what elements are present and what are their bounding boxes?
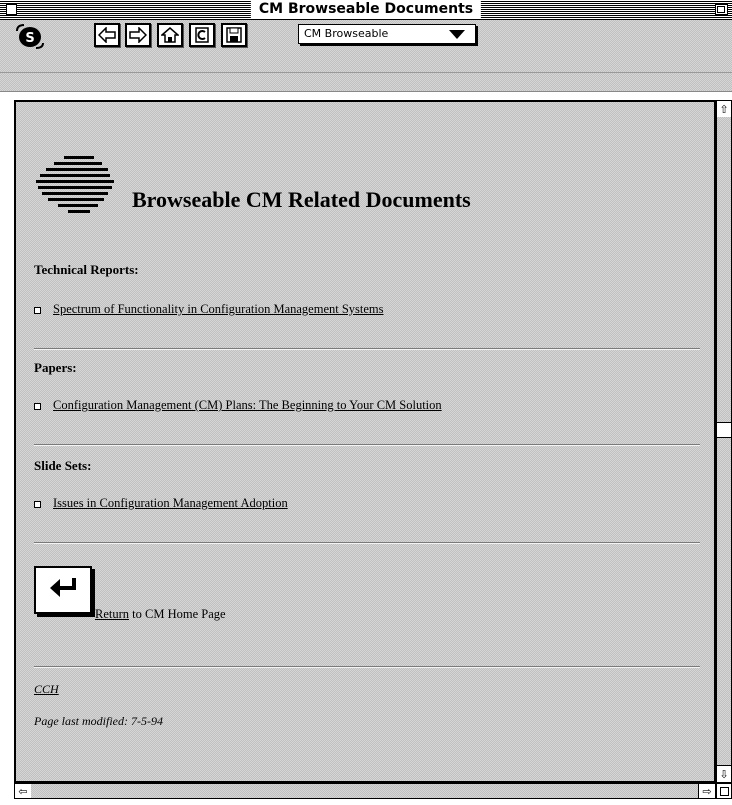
- arrow-right-icon: [129, 27, 147, 43]
- scroll-down-icon[interactable]: ⇩: [717, 765, 731, 782]
- document-link[interactable]: Configuration Management (CM) Plans: The…: [53, 398, 442, 412]
- page-title: Browseable CM Related Documents: [132, 187, 471, 212]
- divider: [0, 72, 732, 73]
- section-title-technical-reports: Technical Reports:: [34, 262, 139, 277]
- divider: [34, 348, 700, 350]
- reload-button[interactable]: [189, 23, 215, 47]
- spinning-logo-icon[interactable]: S: [14, 23, 46, 49]
- horizontal-scrollbar[interactable]: ⇦ ⇨: [14, 783, 716, 799]
- scroll-track[interactable]: [717, 117, 731, 766]
- bullet-icon: [34, 306, 41, 314]
- scroll-thumb[interactable]: [717, 422, 731, 438]
- return-arrow-icon: [48, 576, 78, 604]
- toolbar: S CM Browseable: [0, 20, 732, 50]
- home-icon: [161, 27, 179, 43]
- return-link[interactable]: Return: [95, 607, 129, 621]
- author-link[interactable]: CCH: [34, 682, 59, 697]
- close-box[interactable]: [6, 4, 17, 15]
- divider: [34, 666, 700, 668]
- svg-text:S: S: [25, 31, 34, 46]
- divider: [34, 444, 700, 446]
- vertical-scrollbar[interactable]: ⇧ ⇩: [716, 100, 732, 783]
- window-bottom: [0, 799, 732, 805]
- list-item: Configuration Management (CM) Plans: The…: [34, 398, 442, 413]
- title-bar[interactable]: CM Browseable Documents: [0, 0, 732, 20]
- window-title: CM Browseable Documents: [250, 0, 482, 19]
- section-title-slide-sets: Slide Sets:: [34, 458, 92, 473]
- list-item: Spectrum of Functionality in Configurati…: [34, 302, 384, 317]
- scroll-track[interactable]: [31, 784, 699, 798]
- toolbar-spacer: [0, 50, 732, 92]
- back-button[interactable]: [94, 23, 120, 47]
- save-button[interactable]: [221, 23, 247, 47]
- arrow-left-icon: [98, 27, 116, 43]
- bullet-icon: [34, 500, 41, 508]
- list-item: Issues in Configuration Management Adopt…: [34, 496, 288, 511]
- home-button[interactable]: [157, 23, 183, 47]
- return-text: to CM Home Page: [129, 607, 226, 621]
- section-title-papers: Papers:: [34, 360, 77, 375]
- divider: [34, 542, 700, 544]
- dropdown-arrow-icon: [449, 30, 465, 39]
- zoom-box[interactable]: [715, 4, 728, 15]
- page-content: Browseable CM Related Documents Technica…: [16, 102, 714, 781]
- document-link[interactable]: Issues in Configuration Management Adopt…: [53, 496, 288, 510]
- document-select[interactable]: CM Browseable: [298, 24, 476, 44]
- document-select-value: CM Browseable: [304, 27, 389, 40]
- logo-icon: [32, 150, 132, 226]
- resize-handle[interactable]: [716, 783, 732, 799]
- return-button[interactable]: [34, 566, 92, 614]
- scroll-right-icon[interactable]: ⇨: [698, 784, 715, 798]
- forward-button[interactable]: [125, 23, 151, 47]
- return-line: Return to CM Home Page: [95, 607, 226, 622]
- document-link[interactable]: Spectrum of Functionality in Configurati…: [53, 302, 384, 316]
- reload-icon: [194, 27, 210, 43]
- save-icon: [226, 27, 242, 43]
- last-modified: Page last modified: 7-5-94: [34, 714, 163, 728]
- scroll-up-icon[interactable]: ⇧: [717, 101, 731, 118]
- content-frame: Browseable CM Related Documents Technica…: [14, 100, 716, 783]
- scroll-left-icon[interactable]: ⇦: [15, 784, 32, 798]
- bullet-icon: [34, 402, 41, 410]
